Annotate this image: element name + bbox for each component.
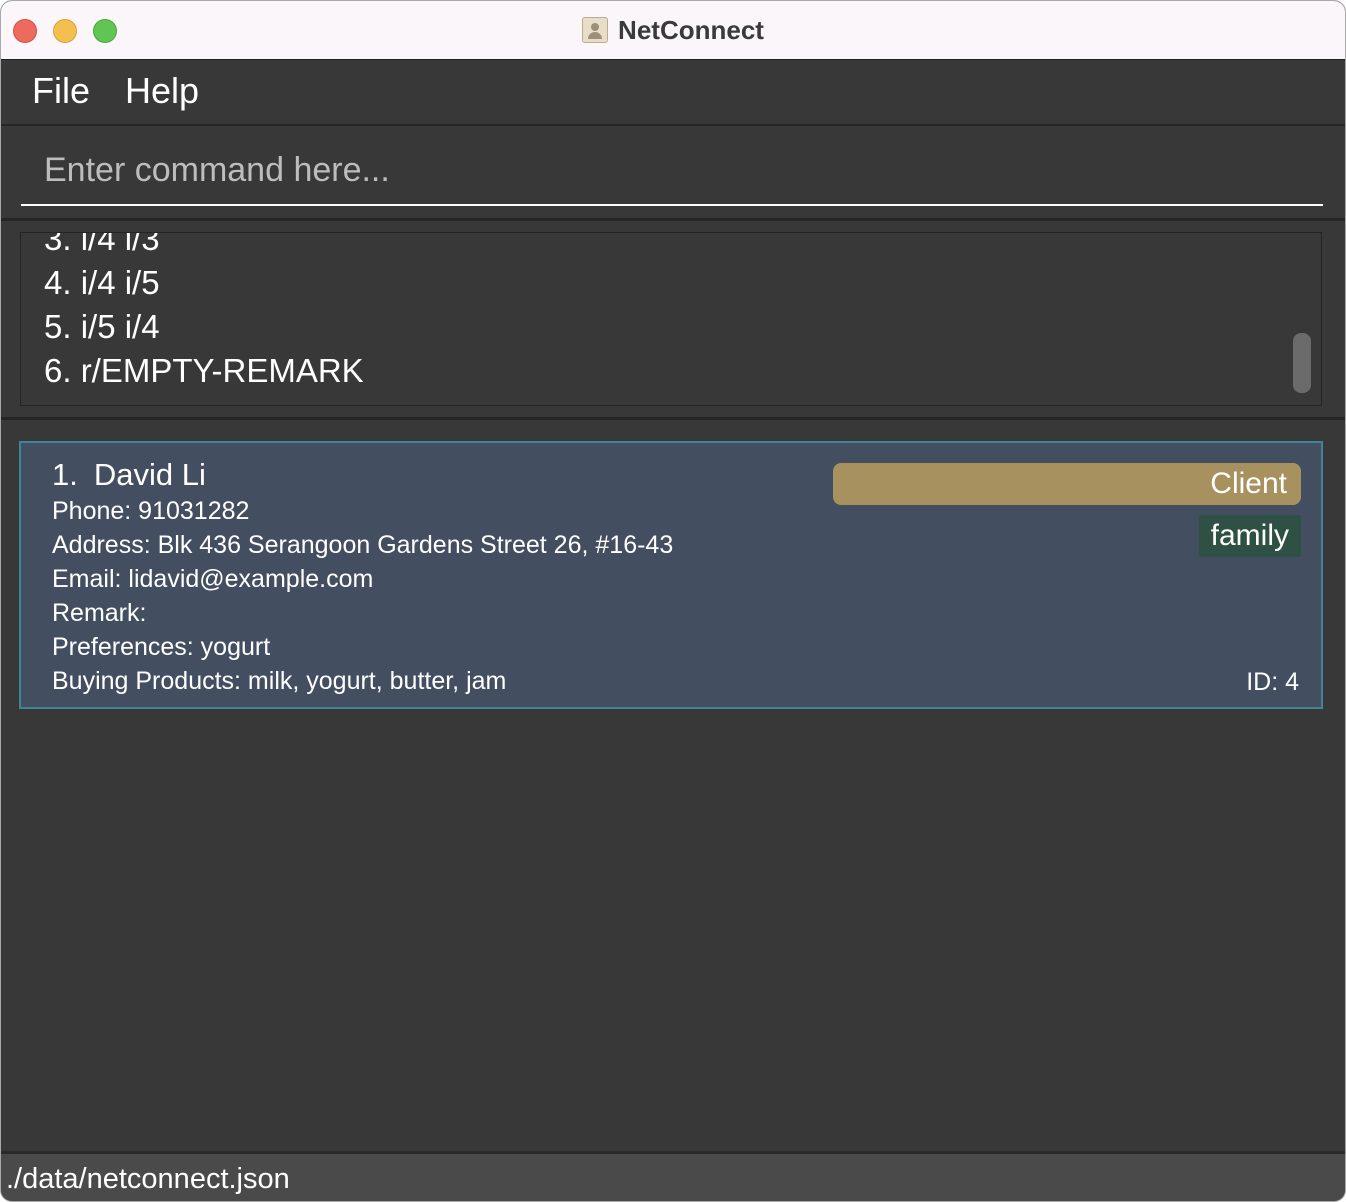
role-tag-client: Client: [833, 463, 1301, 505]
title-bar[interactable]: NetConnect: [1, 1, 1345, 60]
window-title: NetConnect: [618, 14, 764, 45]
person-address: Address: Blk 436 Serangoon Gardens Stree…: [52, 531, 674, 559]
address-book-icon: [582, 17, 609, 43]
person-index: 1.: [52, 457, 78, 492]
result-line: 3. i/4 i/3: [44, 232, 160, 257]
tag-family: family: [1198, 515, 1301, 557]
person-name-line: 1. David Li: [52, 457, 206, 493]
person-preferences: Preferences: yogurt: [52, 633, 271, 661]
result-line: 4. i/4 i/5: [44, 264, 160, 301]
status-bar: ./data/netconnect.json: [1, 1151, 1345, 1201]
menu-help[interactable]: Help: [125, 70, 199, 112]
app-window: NetConnect File Help 3. i/4 i/3 4. i/4 i…: [0, 0, 1346, 1202]
menu-file[interactable]: File: [32, 70, 90, 112]
command-box: [1, 126, 1345, 221]
divider: [1, 417, 1345, 420]
window-title-group: NetConnect: [1, 1, 1345, 59]
menu-bar: File Help: [1, 60, 1345, 126]
result-line: 5. i/5 i/4: [44, 308, 160, 345]
person-email: Email: lidavid@example.com: [52, 565, 374, 593]
result-scrollbar-thumb[interactable]: [1293, 333, 1311, 393]
result-line: 6. r/EMPTY-REMARK: [44, 352, 364, 389]
person-id: ID: 4: [1246, 668, 1299, 696]
person-products: Buying Products: milk, yogurt, butter, j…: [52, 667, 507, 695]
save-file-path: ./data/netconnect.json: [6, 1163, 290, 1195]
command-input[interactable]: [21, 136, 1323, 206]
person-phone: Phone: 91031282: [52, 497, 250, 525]
result-display[interactable]: 3. i/4 i/3 4. i/4 i/5 5. i/5 i/4 6. r/EM…: [20, 232, 1322, 406]
person-card[interactable]: 1. David Li Phone: 91031282 Address: Blk …: [19, 441, 1323, 709]
person-remark: Remark:: [52, 599, 147, 627]
result-lines: 3. i/4 i/3 4. i/4 i/5 5. i/5 i/4 6. r/EM…: [44, 232, 364, 393]
person-name: David Li: [93, 457, 206, 492]
